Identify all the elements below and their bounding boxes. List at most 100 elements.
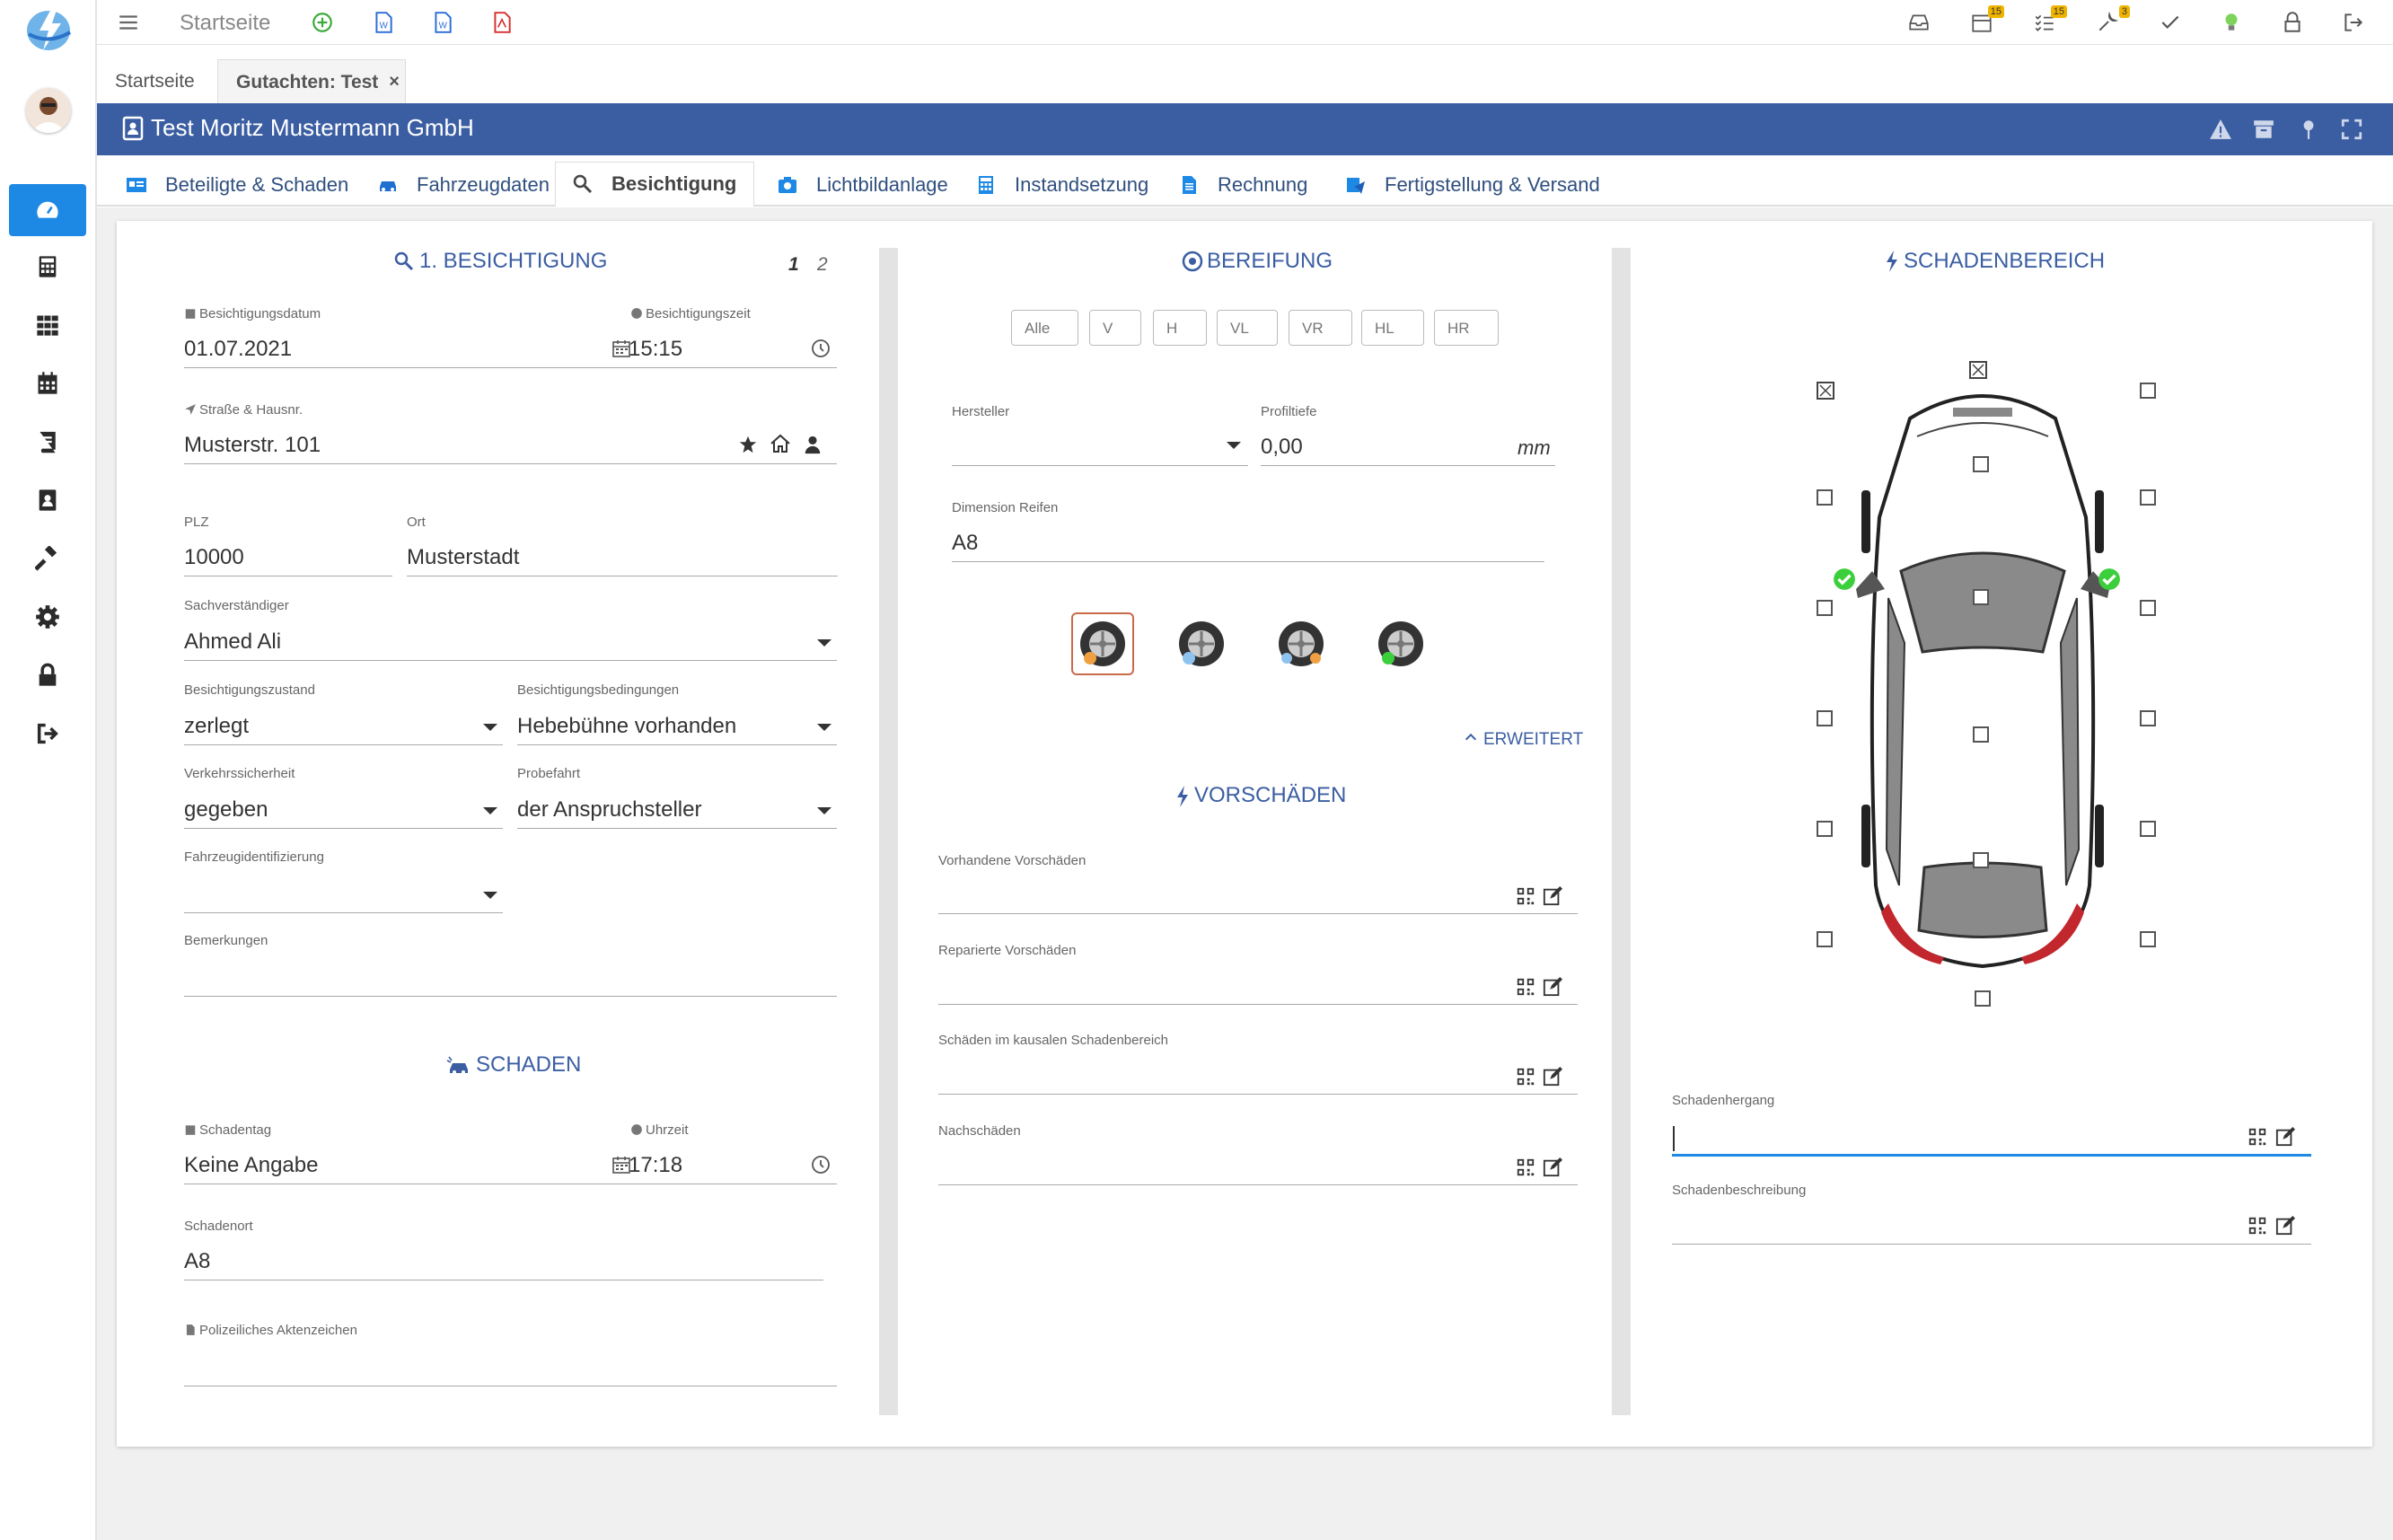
checkbox-right-a-pillar[interactable]: [2140, 600, 2156, 616]
menu-icon[interactable]: [115, 9, 142, 36]
qr-icon[interactable]: [1516, 977, 1535, 997]
logout-icon[interactable]: [2340, 9, 2367, 36]
person-icon[interactable]: [803, 435, 823, 454]
checkbox-front-center[interactable]: [1969, 361, 1987, 379]
strasse-input[interactable]: Musterstr. 101: [184, 433, 321, 458]
tab-lichtbildanlage[interactable]: Lichtbildanlage: [766, 162, 959, 207]
clock-icon[interactable]: [810, 338, 831, 359]
check-icon[interactable]: [2157, 9, 2184, 36]
hersteller-select[interactable]: [952, 465, 1248, 466]
tools-icon[interactable]: 3: [2094, 5, 2130, 36]
tab-besichtigung[interactable]: Besichtigung: [555, 162, 754, 207]
fullscreen-icon[interactable]: [2340, 118, 2363, 141]
clock-icon[interactable]: [810, 1154, 831, 1175]
chevron-down-icon[interactable]: [483, 807, 497, 814]
schadenbeschreibung-input[interactable]: [1672, 1244, 2311, 1245]
edit-icon[interactable]: [1543, 977, 1562, 997]
tab-startseite[interactable]: Startseite: [97, 59, 212, 104]
page-2-link[interactable]: 2: [817, 254, 828, 276]
checkbox-front-left-corner[interactable]: [1817, 382, 1834, 400]
edit-icon[interactable]: [1543, 886, 1562, 906]
sachverstaendiger-select[interactable]: Ahmed Ali: [184, 629, 281, 655]
vorhandene-vorschaeden-input[interactable]: [938, 913, 1578, 914]
calendar-icon[interactable]: 15: [1968, 5, 2004, 36]
qr-icon[interactable]: [1516, 1157, 1535, 1177]
inbox-icon[interactable]: [1905, 9, 1932, 36]
schadentag-input[interactable]: Keine Angabe: [184, 1153, 318, 1178]
checkbox-left-door[interactable]: [1817, 710, 1833, 726]
checkbox-hood[interactable]: [1973, 456, 1989, 472]
tab-instandsetzung[interactable]: Instandsetzung: [964, 162, 1159, 207]
sidebar-item-dashboard[interactable]: [9, 184, 86, 236]
bemerkungen-input[interactable]: [184, 996, 837, 997]
tab-beteiligte[interactable]: Beteiligte & Schaden: [115, 162, 359, 207]
checkmark-right-mirror-icon[interactable]: [2098, 568, 2121, 591]
sidebar-item-apps[interactable]: [9, 299, 86, 351]
tire-filter-h[interactable]: H: [1153, 310, 1207, 346]
top-title[interactable]: Startseite: [180, 11, 270, 36]
sidebar-item-calculator[interactable]: [9, 241, 86, 293]
edit-icon[interactable]: [2275, 1127, 2295, 1147]
reparierte-vorschaeden-input[interactable]: [938, 1004, 1578, 1005]
checkmark-left-mirror-icon[interactable]: [1833, 568, 1856, 591]
tab-fahrzeugdaten[interactable]: Fahrzeugdaten: [366, 162, 560, 207]
tire-filter-hl[interactable]: HL: [1361, 310, 1424, 346]
edit-icon[interactable]: [1543, 1157, 1562, 1177]
nachschaeden-input[interactable]: [938, 1184, 1578, 1185]
tab-gutachten[interactable]: Gutachten: Test ×: [217, 59, 406, 104]
uhrzeit-input[interactable]: 17:18: [629, 1153, 682, 1178]
ort-input[interactable]: Musterstadt: [407, 545, 519, 570]
add-icon[interactable]: [309, 9, 336, 36]
tire-filter-vl[interactable]: VL: [1217, 310, 1278, 346]
edit-icon[interactable]: [1543, 1067, 1562, 1087]
sidebar-item-logout[interactable]: [9, 708, 86, 760]
chevron-down-icon[interactable]: [483, 724, 497, 731]
pdf-icon[interactable]: [488, 9, 515, 36]
chevron-down-icon[interactable]: [817, 807, 831, 814]
tire-ok-button[interactable]: [1369, 612, 1432, 675]
checkbox-rear-center[interactable]: [1975, 990, 1991, 1007]
chevron-down-icon[interactable]: [817, 639, 831, 647]
checkbox-left-front-fender[interactable]: [1817, 489, 1833, 506]
qr-icon[interactable]: [2248, 1127, 2267, 1147]
avatar[interactable]: [26, 88, 71, 133]
tire-filter-alle[interactable]: Alle: [1011, 310, 1078, 346]
sidebar-item-gavel[interactable]: [9, 532, 86, 585]
app-logo-icon[interactable]: [16, 0, 81, 54]
edit-icon[interactable]: [2275, 1216, 2295, 1236]
star-icon[interactable]: [738, 435, 758, 454]
tire-filter-v[interactable]: V: [1089, 310, 1141, 346]
sidebar-item-book[interactable]: [9, 416, 86, 468]
qr-icon[interactable]: [1516, 1067, 1535, 1087]
chevron-up-icon[interactable]: [1464, 730, 1478, 744]
tab-rechnung[interactable]: Rechnung: [1167, 162, 1318, 207]
sidebar-item-calendar[interactable]: [9, 357, 86, 409]
sidebar-item-contacts[interactable]: [9, 474, 86, 526]
plz-input[interactable]: 10000: [184, 545, 244, 570]
besichtigungszeit-input[interactable]: 15:15: [629, 337, 682, 362]
checkbox-front-right-corner[interactable]: [2140, 383, 2156, 399]
checkbox-left-rear-door[interactable]: [1817, 821, 1833, 837]
checkbox-left-a-pillar[interactable]: [1817, 600, 1833, 616]
pin-icon[interactable]: [2297, 118, 2320, 141]
schadenhergang-input[interactable]: [1672, 1154, 2311, 1157]
tire-summer-button[interactable]: [1071, 612, 1134, 675]
chevron-down-icon[interactable]: [817, 724, 831, 731]
close-icon[interactable]: ×: [389, 72, 400, 92]
chevron-down-icon[interactable]: [1227, 442, 1241, 449]
word-doc-icon[interactable]: W: [370, 9, 397, 36]
tire-filter-vr[interactable]: VR: [1289, 310, 1352, 346]
tab-fertigstellung[interactable]: Fertigstellung & Versand: [1334, 162, 1611, 207]
tire-allseason-button[interactable]: [1270, 612, 1333, 675]
checkbox-rear-right-corner[interactable]: [2140, 931, 2156, 947]
sidebar-item-lock[interactable]: [9, 649, 86, 701]
qr-icon[interactable]: [1516, 886, 1535, 906]
chevron-down-icon[interactable]: [483, 892, 497, 899]
kausal-schaeden-input[interactable]: [938, 1094, 1578, 1095]
checkbox-right-door[interactable]: [2140, 710, 2156, 726]
checkbox-right-rear-door[interactable]: [2140, 821, 2156, 837]
checkbox-windshield[interactable]: [1973, 589, 1989, 605]
word-doc-2-icon[interactable]: W: [429, 9, 456, 36]
dimension-input[interactable]: A8: [952, 531, 978, 556]
profiltiefe-input[interactable]: 0,00: [1261, 435, 1303, 460]
